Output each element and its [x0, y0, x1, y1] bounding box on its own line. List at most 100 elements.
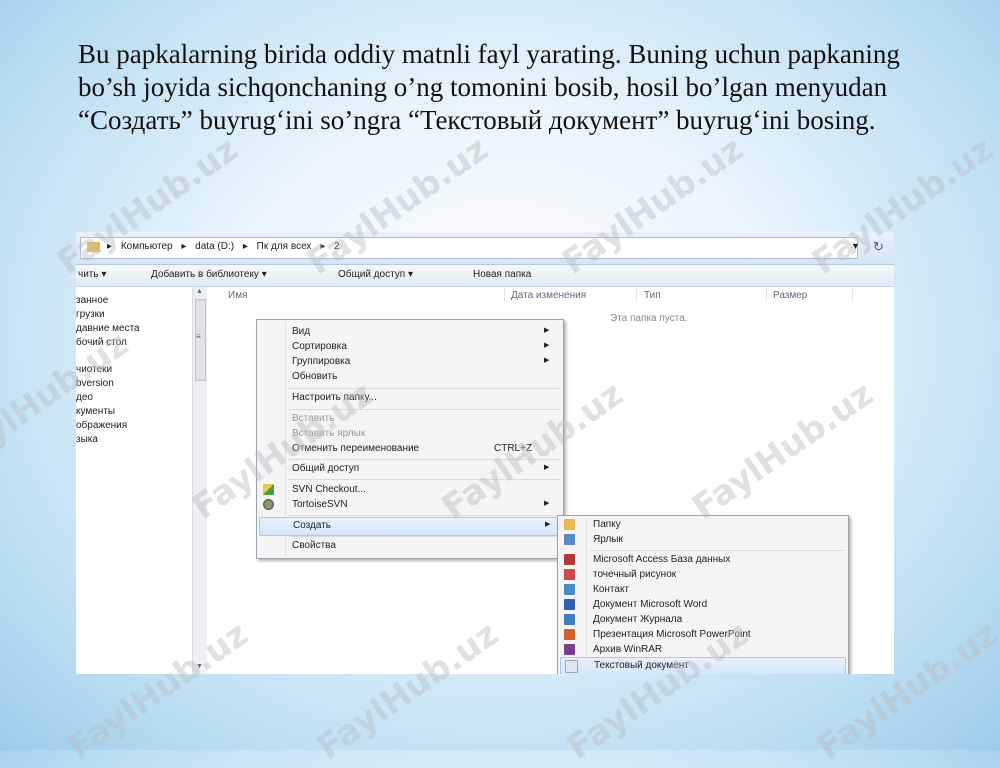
menu-item-label: Документ Журнала: [593, 614, 683, 625]
breadcrumb-separator-icon: ▸: [181, 241, 187, 252]
column-divider[interactable]: [636, 288, 637, 302]
menu-item-properties[interactable]: Свойства: [257, 538, 563, 555]
nav-item[interactable]: кументы: [76, 406, 115, 417]
menu-item-label: Группировка: [292, 356, 351, 367]
menu-item-refresh[interactable]: Обновить: [257, 369, 563, 386]
menu-item-label: Папку: [593, 519, 621, 530]
menu-separator: [289, 409, 559, 410]
scroll-grip-icon: ≡: [196, 332, 201, 341]
menu-item-share[interactable]: Общий доступ ▶: [257, 461, 563, 478]
toolbar-new-folder[interactable]: Новая папка: [473, 269, 531, 280]
powerpoint-icon: [564, 629, 575, 640]
breadcrumb-current[interactable]: 2: [334, 241, 340, 252]
text-document-icon: [565, 660, 578, 673]
menu-item-label: SVN Checkout...: [292, 484, 366, 495]
menu-item-tortoisesvn[interactable]: TortoiseSVN ▶: [257, 497, 563, 514]
refresh-icon[interactable]: ↻: [873, 239, 884, 255]
submenu-arrow-icon: ▶: [545, 521, 551, 528]
menu-item-label: Создать: [293, 520, 332, 531]
submenu-item-shortcut[interactable]: Ярлык: [558, 532, 848, 549]
menu-item-label: Общий доступ: [292, 463, 360, 474]
menu-separator: [289, 536, 559, 537]
chevron-down-icon[interactable]: ▼: [851, 241, 860, 251]
navigation-pane: занное грузки давние места бочий стол чи…: [76, 287, 191, 674]
menu-item-label: Архив WinRAR: [593, 644, 663, 655]
menu-item-label: Текстовый документ: [594, 660, 689, 671]
scroll-up-icon[interactable]: ▲: [196, 288, 203, 295]
word-icon: [564, 599, 575, 610]
menu-item-label: Контакт: [593, 584, 630, 595]
column-divider[interactable]: [766, 288, 767, 302]
menu-separator: [289, 459, 559, 460]
scroll-down-icon[interactable]: ▼: [196, 663, 203, 670]
menu-item-undo-rename[interactable]: Отменить переименование CTRL+Z: [257, 441, 563, 458]
breadcrumb-drive[interactable]: data (D:): [195, 241, 234, 252]
toolbar-add-to-library[interactable]: Добавить в библиотеку ▾: [151, 269, 267, 280]
svn-checkout-icon: [263, 484, 274, 495]
column-type[interactable]: Тип: [644, 290, 661, 301]
breadcrumb-separator-icon: ▸: [242, 241, 248, 252]
nav-item[interactable]: бочий стол: [76, 337, 127, 348]
menu-item-label: Настроить папку...: [292, 392, 377, 403]
explorer-screenshot: ▸ Компьютер ▸ data (D:) ▸ Пк для всех ▸ …: [76, 232, 894, 674]
journal-icon: [564, 614, 575, 625]
winrar-icon: [564, 644, 575, 655]
contact-icon: [564, 584, 575, 595]
column-size[interactable]: Размер: [773, 290, 807, 301]
column-divider[interactable]: [852, 288, 853, 302]
breadcrumb-separator-icon: ▸: [107, 241, 113, 252]
column-date-modified[interactable]: Дата изменения: [511, 290, 586, 301]
folder-icon: [87, 242, 100, 252]
breadcrumb-computer[interactable]: Компьютер: [121, 241, 173, 252]
folder-icon: [564, 519, 575, 530]
menu-item-label: Свойства: [292, 540, 336, 551]
nav-scrollbar[interactable]: ▲ ≡ ▼: [192, 287, 207, 674]
create-submenu: Папку Ярлык Microsoft Access База данных…: [557, 515, 849, 674]
empty-folder-text: Эта папка пуста.: [610, 313, 688, 324]
submenu-arrow-icon: ▶: [544, 500, 550, 507]
menu-item-label: Обновить: [292, 371, 338, 382]
nav-item[interactable]: зыка: [76, 434, 98, 445]
menu-separator: [289, 388, 559, 389]
menu-separator: [289, 515, 559, 516]
submenu-arrow-icon: ▶: [544, 342, 550, 349]
menu-separator: [590, 550, 844, 551]
nav-item[interactable]: занное: [76, 295, 108, 306]
access-icon: [564, 554, 575, 565]
address-bar: ▸ Компьютер ▸ data (D:) ▸ Пк для всех ▸ …: [76, 232, 894, 265]
menu-item-label: Microsoft Access База данных: [593, 554, 731, 565]
menu-item-customize-folder[interactable]: Настроить папку...: [257, 390, 563, 407]
column-name[interactable]: Имя: [228, 290, 247, 301]
menu-item-create[interactable]: Создать ▶: [259, 517, 561, 536]
menu-item-label: Документ Microsoft Word: [593, 599, 708, 610]
submenu-item-text-document[interactable]: Текстовый документ: [560, 657, 846, 674]
breadcrumb: ▸ Компьютер ▸ data (D:) ▸ Пк для всех ▸ …: [107, 241, 346, 252]
nav-item[interactable]: давние места: [76, 323, 140, 334]
menu-item-label: Отменить переименование: [292, 443, 420, 454]
menu-item-label: Сортировка: [292, 341, 347, 352]
nav-item[interactable]: bversion: [76, 378, 114, 389]
menu-item-label: Вставить ярлык: [292, 428, 366, 439]
submenu-arrow-icon: ▶: [544, 357, 550, 364]
menu-item-label: Ярлык: [593, 534, 623, 545]
address-box[interactable]: ▸ Компьютер ▸ data (D:) ▸ Пк для всех ▸ …: [80, 237, 860, 259]
menu-item-shortcut: CTRL+Z: [494, 443, 533, 454]
toolbar-share[interactable]: Общий доступ ▾: [338, 269, 413, 280]
submenu-arrow-icon: ▶: [544, 464, 550, 471]
menu-item-label: Вставить: [292, 413, 335, 424]
nav-item[interactable]: део: [76, 392, 93, 403]
nav-item[interactable]: ображения: [76, 420, 127, 431]
nav-item[interactable]: чиотеки: [76, 364, 112, 375]
shortcut-icon: [564, 534, 575, 545]
menu-item-label: Презентация Microsoft PowerPoint: [593, 629, 751, 640]
menu-item-label: TortoiseSVN: [292, 499, 348, 510]
column-divider[interactable]: [504, 288, 505, 302]
context-menu: Вид ▶ Сортировка ▶ Группировка ▶ Обновит…: [256, 319, 564, 559]
breadcrumb-folder[interactable]: Пк для всех: [257, 241, 312, 252]
command-toolbar: чить ▾ Добавить в библиотеку ▾ Общий дос…: [76, 265, 894, 287]
submenu-arrow-icon: ▶: [544, 327, 550, 334]
tortoisesvn-icon: [263, 499, 274, 510]
menu-item-label: точечный рисунок: [593, 569, 677, 580]
nav-item[interactable]: грузки: [76, 309, 105, 320]
toolbar-organize[interactable]: чить ▾: [78, 269, 106, 280]
